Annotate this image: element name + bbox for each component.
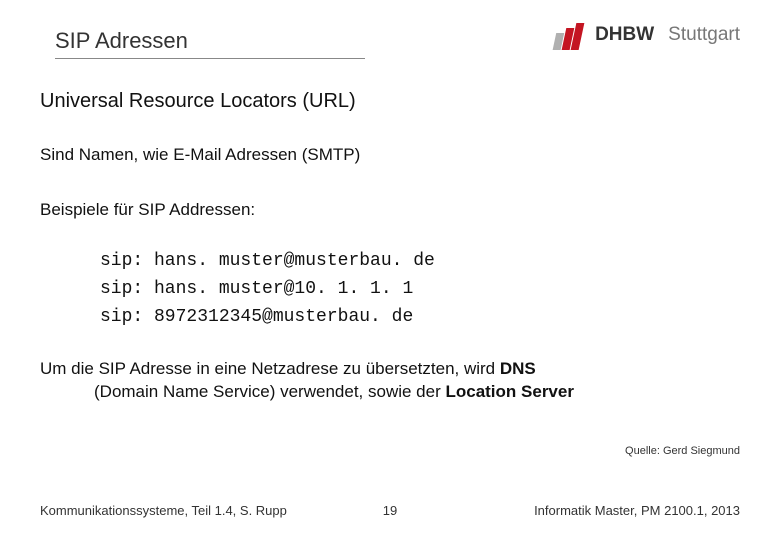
example-1: sip: hans. muster@musterbau. de xyxy=(100,251,435,271)
examples-label: Beispiele für SIP Addressen: xyxy=(40,200,255,220)
title-underline xyxy=(55,58,365,59)
slide-title: SIP Adressen xyxy=(55,28,188,54)
footer-right: Informatik Master, PM 2100.1, 2013 xyxy=(534,503,740,518)
dhbw-logo: DHBW Stuttgart xyxy=(551,20,740,50)
example-2: sip: hans. muster@10. 1. 1. 1 xyxy=(100,279,413,299)
example-3: sip: 8972312345@musterbau. de xyxy=(100,307,413,327)
para-mid: (Domain Name Service) verwendet, sowie d… xyxy=(94,382,445,401)
logo-mark-icon xyxy=(551,20,585,50)
sip-examples: sip: hans. muster@musterbau. de sip: han… xyxy=(100,248,435,332)
logo-city-text: Stuttgart xyxy=(668,24,740,46)
intro-line: Sind Namen, wie E-Mail Adressen (SMTP) xyxy=(40,145,360,165)
subtitle: Universal Resource Locators (URL) xyxy=(40,90,356,113)
logo-brand-text: DHBW xyxy=(595,24,654,46)
para-pre: Um die SIP Adresse in eine Netzadrese zu… xyxy=(40,359,500,378)
slide: SIP Adressen DHBW Stuttgart Universal Re… xyxy=(0,0,780,540)
para-bold-location: Location Server xyxy=(445,382,574,401)
para-bold-dns: DNS xyxy=(500,359,536,378)
dns-paragraph: Um die SIP Adresse in eine Netzadrese zu… xyxy=(40,358,740,404)
source-attribution: Quelle: Gerd Siegmund xyxy=(625,445,740,457)
